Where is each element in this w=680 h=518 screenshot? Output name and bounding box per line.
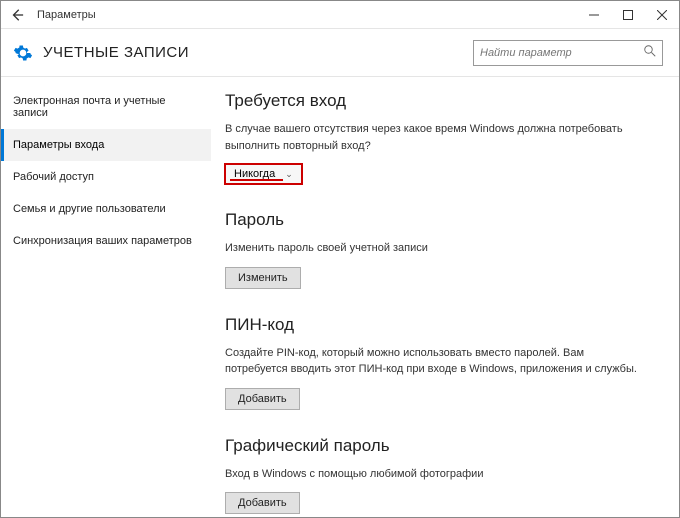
add-pin-button[interactable]: Добавить xyxy=(225,388,300,410)
close-button[interactable] xyxy=(645,1,679,29)
maximize-icon xyxy=(623,10,633,20)
search-icon xyxy=(644,45,656,60)
section-pin: ПИН-код Создайте PIN-код, который можно … xyxy=(225,315,655,410)
section-title: ПИН-код xyxy=(225,315,655,335)
sidebar-item-family[interactable]: Семья и другие пользователи xyxy=(1,193,211,225)
section-desc: Вход в Windows с помощью любимой фотогра… xyxy=(225,466,645,483)
section-title: Графический пароль xyxy=(225,436,655,456)
window-controls xyxy=(577,1,679,29)
header: УЧЕТНЫЕ ЗАПИСИ xyxy=(1,29,679,77)
section-require-signin: Требуется вход В случае вашего отсутстви… xyxy=(225,91,655,184)
chevron-down-icon: ⌄ xyxy=(285,169,293,180)
minimize-icon xyxy=(589,10,599,20)
arrow-left-icon xyxy=(10,8,24,22)
section-desc: Изменить пароль своей учетной записи xyxy=(225,240,645,257)
sidebar-item-sync[interactable]: Синхронизация ваших параметров xyxy=(1,225,211,257)
sidebar: Электронная почта и учетные записи Парам… xyxy=(1,77,211,517)
add-picture-password-button[interactable]: Добавить xyxy=(225,492,300,514)
section-picture-password: Графический пароль Вход в Windows с помо… xyxy=(225,436,655,515)
section-desc: В случае вашего отсутствия через какое в… xyxy=(225,121,645,154)
titlebar: Параметры xyxy=(1,1,679,29)
search-input[interactable] xyxy=(480,47,644,59)
change-password-button[interactable]: Изменить xyxy=(225,267,301,289)
back-button[interactable] xyxy=(1,1,33,29)
gear-icon xyxy=(13,43,33,63)
dropdown-value: Никогда xyxy=(234,168,275,180)
body: Электронная почта и учетные записи Парам… xyxy=(1,77,679,517)
sidebar-item-work-access[interactable]: Рабочий доступ xyxy=(1,161,211,193)
sidebar-item-email[interactable]: Электронная почта и учетные записи xyxy=(1,85,211,129)
search-box[interactable] xyxy=(473,40,663,66)
section-password: Пароль Изменить пароль своей учетной зап… xyxy=(225,210,655,289)
page-title: УЧЕТНЫЕ ЗАПИСИ xyxy=(43,44,189,61)
section-title: Пароль xyxy=(225,210,655,230)
section-desc: Создайте PIN-код, который можно использо… xyxy=(225,345,645,378)
content: Требуется вход В случае вашего отсутстви… xyxy=(211,77,679,517)
close-icon xyxy=(657,10,667,20)
minimize-button[interactable] xyxy=(577,1,611,29)
sidebar-item-signin-options[interactable]: Параметры входа xyxy=(1,129,211,161)
require-signin-dropdown[interactable]: Никогда ⌄ xyxy=(225,164,302,184)
maximize-button[interactable] xyxy=(611,1,645,29)
window-title: Параметры xyxy=(37,9,96,21)
section-title: Требуется вход xyxy=(225,91,655,111)
